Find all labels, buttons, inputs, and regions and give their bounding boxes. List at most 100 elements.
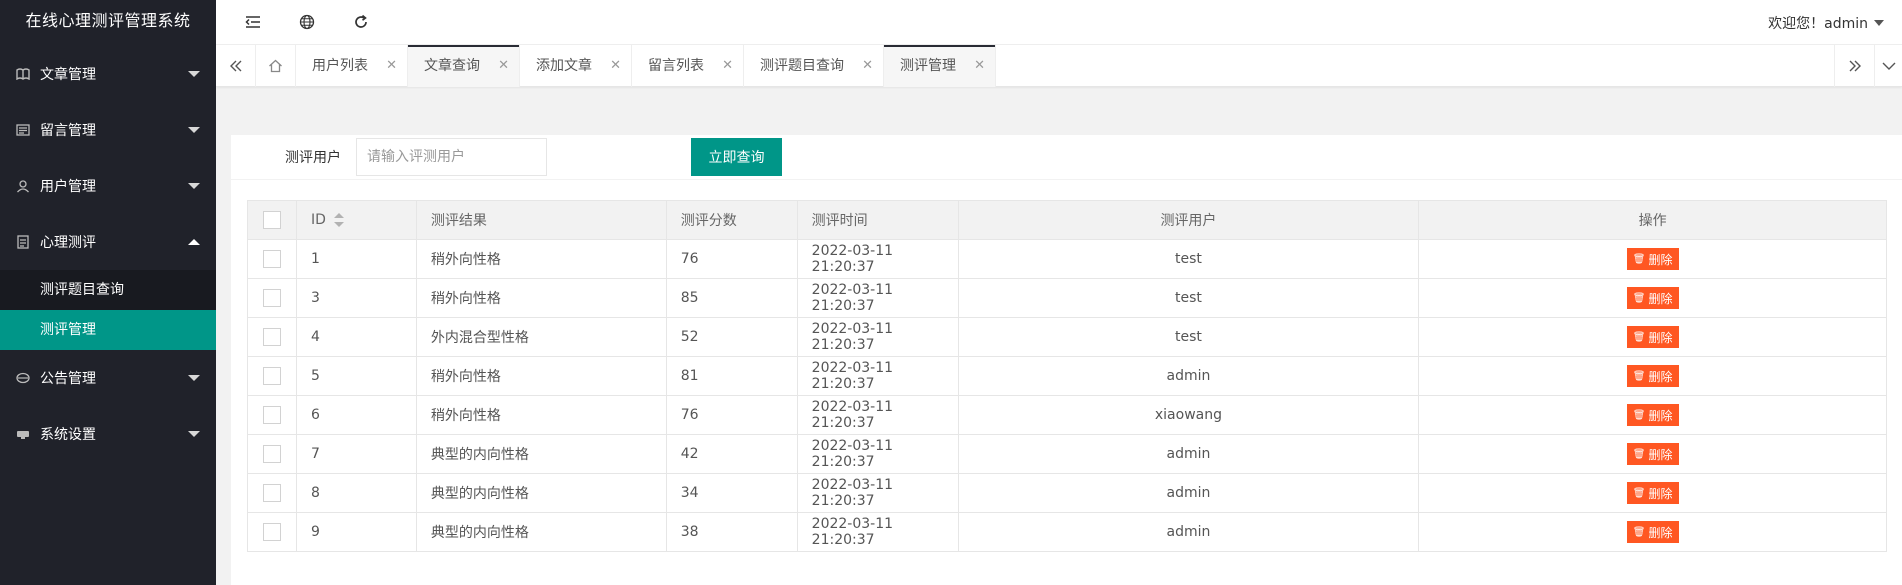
table-row: 8 典型的内向性格 34 2022-03-11 21:20:37 admin 🗑 删除 xyxy=(247,473,1887,513)
close-icon[interactable]: ✕ xyxy=(974,45,985,87)
survey-icon xyxy=(16,235,30,249)
user-menu[interactable]: 欢迎您！admin xyxy=(1768,13,1884,33)
app-title: 在线心理测评管理系统 xyxy=(0,0,216,44)
cell-score: 38 xyxy=(665,512,798,552)
tab-scroll-right-icon[interactable] xyxy=(1834,45,1874,87)
row-checkbox[interactable] xyxy=(262,250,281,268)
tab-message-list[interactable]: 留言列表 ✕ xyxy=(632,45,744,87)
tab-user-list[interactable]: 用户列表 ✕ xyxy=(296,45,408,87)
cell-user: admin xyxy=(957,434,1420,474)
row-checkbox[interactable] xyxy=(262,328,281,346)
cell-time: 2022-03-11 21:20:37 xyxy=(796,317,959,357)
table-row: 7 典型的内向性格 42 2022-03-11 21:20:37 admin 🗑 删除 xyxy=(247,434,1887,474)
row-select-cell xyxy=(247,473,297,513)
chevron-down-icon xyxy=(188,71,200,77)
delete-button[interactable]: 🗑 删除 xyxy=(1626,482,1679,504)
delete-button[interactable]: 🗑 删除 xyxy=(1626,365,1679,387)
row-checkbox[interactable] xyxy=(262,289,281,307)
cell-id: 7 xyxy=(295,434,417,474)
delete-button[interactable]: 🗑 删除 xyxy=(1626,248,1679,270)
cell-result: 外内混合型性格 xyxy=(415,317,667,357)
cell-id: 5 xyxy=(295,356,417,396)
sidebar-subitem-assessment-manage[interactable]: 测评管理 xyxy=(0,310,216,350)
delete-button[interactable]: 🗑 删除 xyxy=(1626,443,1679,465)
delete-button[interactable]: 🗑 删除 xyxy=(1626,326,1679,348)
tab-article-query[interactable]: 文章查询 ✕ xyxy=(408,45,520,87)
row-select-cell xyxy=(247,395,297,435)
delete-label: 删除 xyxy=(1648,330,1673,345)
row-select-cell xyxy=(247,356,297,396)
cell-result: 稍外向性格 xyxy=(415,356,667,396)
sidebar-item-label: 系统设置 xyxy=(40,427,96,443)
tab-label: 测评管理 xyxy=(900,58,956,74)
home-tab[interactable] xyxy=(256,45,296,87)
sidebar-item-label: 留言管理 xyxy=(40,123,96,139)
col-result: 测评结果 xyxy=(415,200,667,240)
tab-assessment-manage[interactable]: 测评管理 ✕ xyxy=(884,45,996,87)
search-user-input[interactable] xyxy=(356,138,547,176)
sidebar-item-articles[interactable]: 文章管理 xyxy=(0,46,216,102)
row-checkbox[interactable] xyxy=(262,445,281,463)
trash-icon: 🗑 xyxy=(1632,448,1646,460)
cell-score: 85 xyxy=(665,278,798,318)
close-icon[interactable]: ✕ xyxy=(862,45,873,87)
row-select-cell xyxy=(247,317,297,357)
tab-label: 添加文章 xyxy=(536,58,592,74)
sidebar-item-settings[interactable]: 系统设置 xyxy=(0,406,216,462)
close-icon[interactable]: ✕ xyxy=(498,45,509,87)
sidebar-subitem-question-query[interactable]: 测评题目查询 xyxy=(0,270,216,310)
col-id[interactable]: ID xyxy=(295,200,417,240)
close-icon[interactable]: ✕ xyxy=(610,45,621,87)
cell-actions: 🗑 删除 xyxy=(1418,395,1887,435)
table-row: 6 稍外向性格 76 2022-03-11 21:20:37 xiaowang 🗑 删除 xyxy=(247,395,1887,435)
book-icon xyxy=(16,67,30,81)
trash-icon: 🗑 xyxy=(1632,409,1646,421)
trash-icon: 🗑 xyxy=(1632,253,1646,265)
tab-scroll-left-icon[interactable] xyxy=(216,45,256,87)
cell-user: admin xyxy=(957,512,1420,552)
divider xyxy=(231,179,1902,180)
row-checkbox[interactable] xyxy=(262,484,281,502)
cell-score: 52 xyxy=(665,317,798,357)
tab-label: 用户列表 xyxy=(312,58,368,74)
select-all-checkbox[interactable] xyxy=(262,211,281,229)
row-checkbox[interactable] xyxy=(262,523,281,541)
sidebar-item-users[interactable]: 用户管理 xyxy=(0,158,216,214)
row-checkbox[interactable] xyxy=(262,406,281,424)
cell-time: 2022-03-11 21:20:37 xyxy=(796,512,959,552)
sidebar-item-label: 用户管理 xyxy=(40,179,96,195)
refresh-icon[interactable] xyxy=(352,13,370,31)
select-all-cell xyxy=(247,200,297,240)
search-button[interactable]: 立即查询 xyxy=(691,138,782,176)
home-icon xyxy=(269,59,282,73)
delete-button[interactable]: 🗑 删除 xyxy=(1626,287,1679,309)
delete-button[interactable]: 🗑 删除 xyxy=(1626,521,1679,543)
submenu-assessment: 测评题目查询 测评管理 xyxy=(0,270,216,350)
sort-icon[interactable] xyxy=(333,213,344,227)
sidebar-item-messages[interactable]: 留言管理 xyxy=(0,102,216,158)
row-checkbox[interactable] xyxy=(262,367,281,385)
col-actions: 操作 xyxy=(1418,200,1887,240)
close-icon[interactable]: ✕ xyxy=(386,45,397,87)
sidebar-item-assessment[interactable]: 心理测评 xyxy=(0,214,216,270)
cell-score: 81 xyxy=(665,356,798,396)
cell-time: 2022-03-11 21:20:37 xyxy=(796,239,959,279)
cell-id: 8 xyxy=(295,473,417,513)
table-row: 4 外内混合型性格 52 2022-03-11 21:20:37 test 🗑 删除 xyxy=(247,317,1887,357)
delete-button[interactable]: 🗑 删除 xyxy=(1626,404,1679,426)
cell-actions: 🗑 删除 xyxy=(1418,512,1887,552)
cell-result: 典型的内向性格 xyxy=(415,473,667,513)
content-card: 测评用户 立即查询 ID 测评结果 测评分数 测评时间 测评用户 操作 1稍外向… xyxy=(231,135,1902,585)
collapse-menu-icon[interactable] xyxy=(244,13,262,31)
tab-add-article[interactable]: 添加文章 ✕ xyxy=(520,45,632,87)
row-select-cell xyxy=(247,434,297,474)
sidebar-item-notices[interactable]: 公告管理 xyxy=(0,350,216,406)
globe-icon[interactable] xyxy=(298,13,316,31)
close-icon[interactable]: ✕ xyxy=(722,45,733,87)
tab-question-query[interactable]: 测评题目查询 ✕ xyxy=(744,45,884,87)
trash-icon: 🗑 xyxy=(1632,292,1646,304)
cell-result: 典型的内向性格 xyxy=(415,512,667,552)
tab-label: 留言列表 xyxy=(648,58,704,74)
cell-actions: 🗑 删除 xyxy=(1418,434,1887,474)
tab-menu-dropdown-icon[interactable] xyxy=(1874,45,1902,87)
